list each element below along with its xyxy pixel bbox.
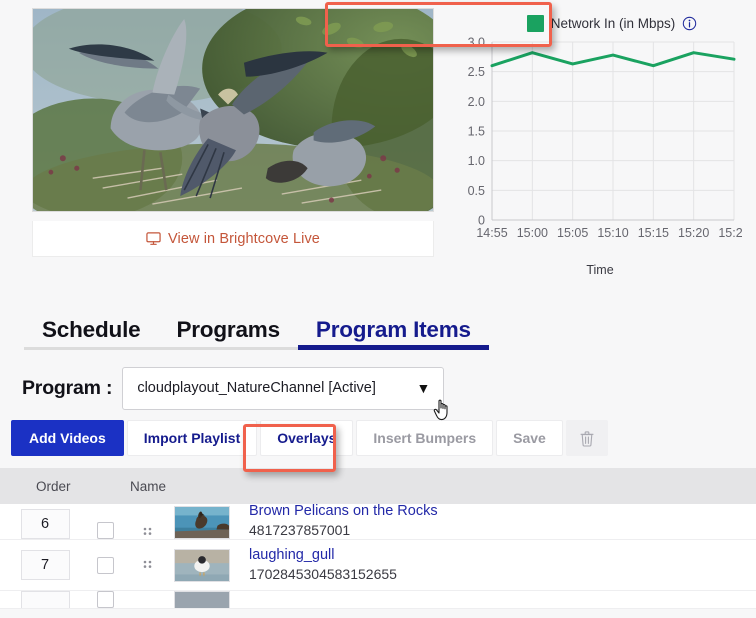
legend-swatch-network-in	[527, 15, 544, 32]
table-row[interactable]: 6	[0, 504, 756, 540]
save-button: Save	[496, 420, 563, 456]
svg-text:3.0: 3.0	[468, 36, 485, 50]
tab-programs-label: Programs	[176, 317, 279, 342]
insert-bumpers-button: Insert Bumpers	[356, 420, 493, 456]
thumbnail-cell	[164, 549, 240, 582]
view-in-brightcove-live-label: View in Brightcove Live	[168, 231, 320, 247]
name-cell: laughing_gull 1702845304583152655	[240, 546, 756, 584]
order-cell: 6	[0, 509, 80, 539]
name-cell: Brown Pelicans on the Rocks 481723785700…	[240, 502, 756, 540]
table-row-partial[interactable]	[0, 591, 756, 609]
video-id: 1702845304583152655	[249, 565, 756, 584]
row-checkbox[interactable]	[97, 557, 114, 574]
chart-legend: Network In (in Mbps)	[468, 12, 756, 34]
tab-schedule[interactable]: Schedule	[24, 317, 158, 350]
video-scene-heron	[33, 9, 433, 212]
chart-svg: 00.51.01.52.02.53.014:5515:0015:0515:101…	[458, 34, 742, 262]
trash-icon	[579, 430, 595, 447]
order-cell: 7	[0, 550, 80, 580]
monitor-icon	[146, 231, 161, 246]
svg-text:2.0: 2.0	[468, 95, 485, 109]
row-select-cell	[80, 591, 130, 608]
program-dropdown-value: cloudplayout_NatureChannel [Active]	[137, 380, 376, 396]
drag-handle-cell	[130, 558, 164, 572]
drag-handle-icon[interactable]	[143, 525, 152, 539]
row-select-cell	[80, 557, 130, 574]
svg-text:15:20: 15:20	[678, 226, 709, 240]
order-cell	[0, 591, 80, 609]
gull-thumbnail-scene	[175, 550, 229, 581]
thumbnail-cell	[164, 591, 240, 609]
chevron-down-icon: ▼	[416, 381, 430, 395]
table-row[interactable]: 7	[0, 540, 756, 591]
svg-text:15:00: 15:00	[517, 226, 548, 240]
tab-underline	[24, 347, 158, 350]
thumbnail-cell	[164, 506, 240, 539]
tab-program-items[interactable]: Program Items	[298, 317, 489, 350]
tab-program-items-label: Program Items	[316, 317, 471, 342]
view-in-brightcove-live-button[interactable]: View in Brightcove Live	[32, 221, 434, 257]
svg-text:15:25: 15:25	[718, 226, 742, 240]
overlays-button[interactable]: Overlays	[260, 420, 353, 456]
order-input[interactable]: 7	[21, 550, 70, 580]
player-column: View in Brightcove Live	[0, 4, 450, 278]
items-toolbar: Add Videos Import Playlist Overlays Inse…	[0, 420, 756, 456]
legend-label-network-in: Network In (in Mbps)	[551, 16, 676, 31]
top-region: View in Brightcove Live Network In (in M…	[0, 0, 756, 278]
overlays-label: Overlays	[277, 430, 336, 446]
tab-programs[interactable]: Programs	[158, 317, 297, 350]
info-circle-icon[interactable]	[682, 16, 697, 31]
svg-text:14:55: 14:55	[476, 226, 507, 240]
svg-text:0.5: 0.5	[468, 184, 485, 198]
table-header-row: Order Name	[0, 468, 756, 504]
program-selector-row: Program : cloudplayout_NatureChannel [Ac…	[0, 366, 756, 410]
row-checkbox[interactable]	[97, 591, 114, 608]
delete-button	[566, 420, 608, 456]
network-in-chart: Network In (in Mbps) 00.51.01.52.02.53.0…	[450, 4, 756, 278]
chart-plot-area: 00.51.01.52.02.53.014:5515:0015:0515:101…	[458, 34, 742, 262]
program-label: Program :	[22, 377, 112, 400]
video-thumbnail-pelican[interactable]	[174, 506, 230, 539]
row-select-cell	[80, 522, 130, 539]
drag-handle-cell	[130, 525, 164, 539]
pelican-thumbnail-scene	[175, 507, 229, 538]
video-player[interactable]	[32, 8, 434, 212]
import-playlist-label: Import Playlist	[144, 430, 240, 446]
tab-underline	[158, 347, 297, 350]
next-thumbnail-scene	[175, 592, 229, 609]
svg-text:15:05: 15:05	[557, 226, 588, 240]
svg-text:1.5: 1.5	[468, 125, 485, 139]
add-videos-button[interactable]: Add Videos	[11, 420, 124, 456]
import-playlist-button[interactable]: Import Playlist	[127, 420, 257, 456]
svg-text:1.0: 1.0	[468, 154, 485, 168]
svg-text:2.5: 2.5	[468, 65, 485, 79]
chart-x-axis-title: Time	[458, 263, 742, 277]
program-dropdown[interactable]: cloudplayout_NatureChannel [Active] ▼	[122, 367, 444, 410]
video-title-link[interactable]: Brown Pelicans on the Rocks	[249, 502, 756, 520]
order-input[interactable]: 6	[21, 509, 70, 539]
tab-underline-active	[298, 345, 489, 350]
svg-text:15:15: 15:15	[638, 226, 669, 240]
svg-text:15:10: 15:10	[597, 226, 628, 240]
insert-bumpers-label: Insert Bumpers	[373, 430, 476, 446]
tab-bar: Schedule Programs Program Items	[0, 300, 756, 350]
add-videos-label: Add Videos	[29, 430, 106, 446]
tab-schedule-label: Schedule	[42, 317, 140, 342]
column-header-order: Order	[0, 479, 120, 494]
drag-handle-icon[interactable]	[143, 558, 152, 572]
order-input[interactable]	[21, 591, 70, 609]
video-thumbnail-gull[interactable]	[174, 549, 230, 582]
video-title-link[interactable]: laughing_gull	[249, 546, 756, 564]
column-header-name: Name	[120, 479, 166, 494]
program-items-table: Order Name 6	[0, 468, 756, 609]
row-checkbox[interactable]	[97, 522, 114, 539]
save-label: Save	[513, 430, 546, 446]
video-thumbnail-next[interactable]	[174, 591, 230, 609]
video-id: 4817237857001	[249, 521, 756, 540]
